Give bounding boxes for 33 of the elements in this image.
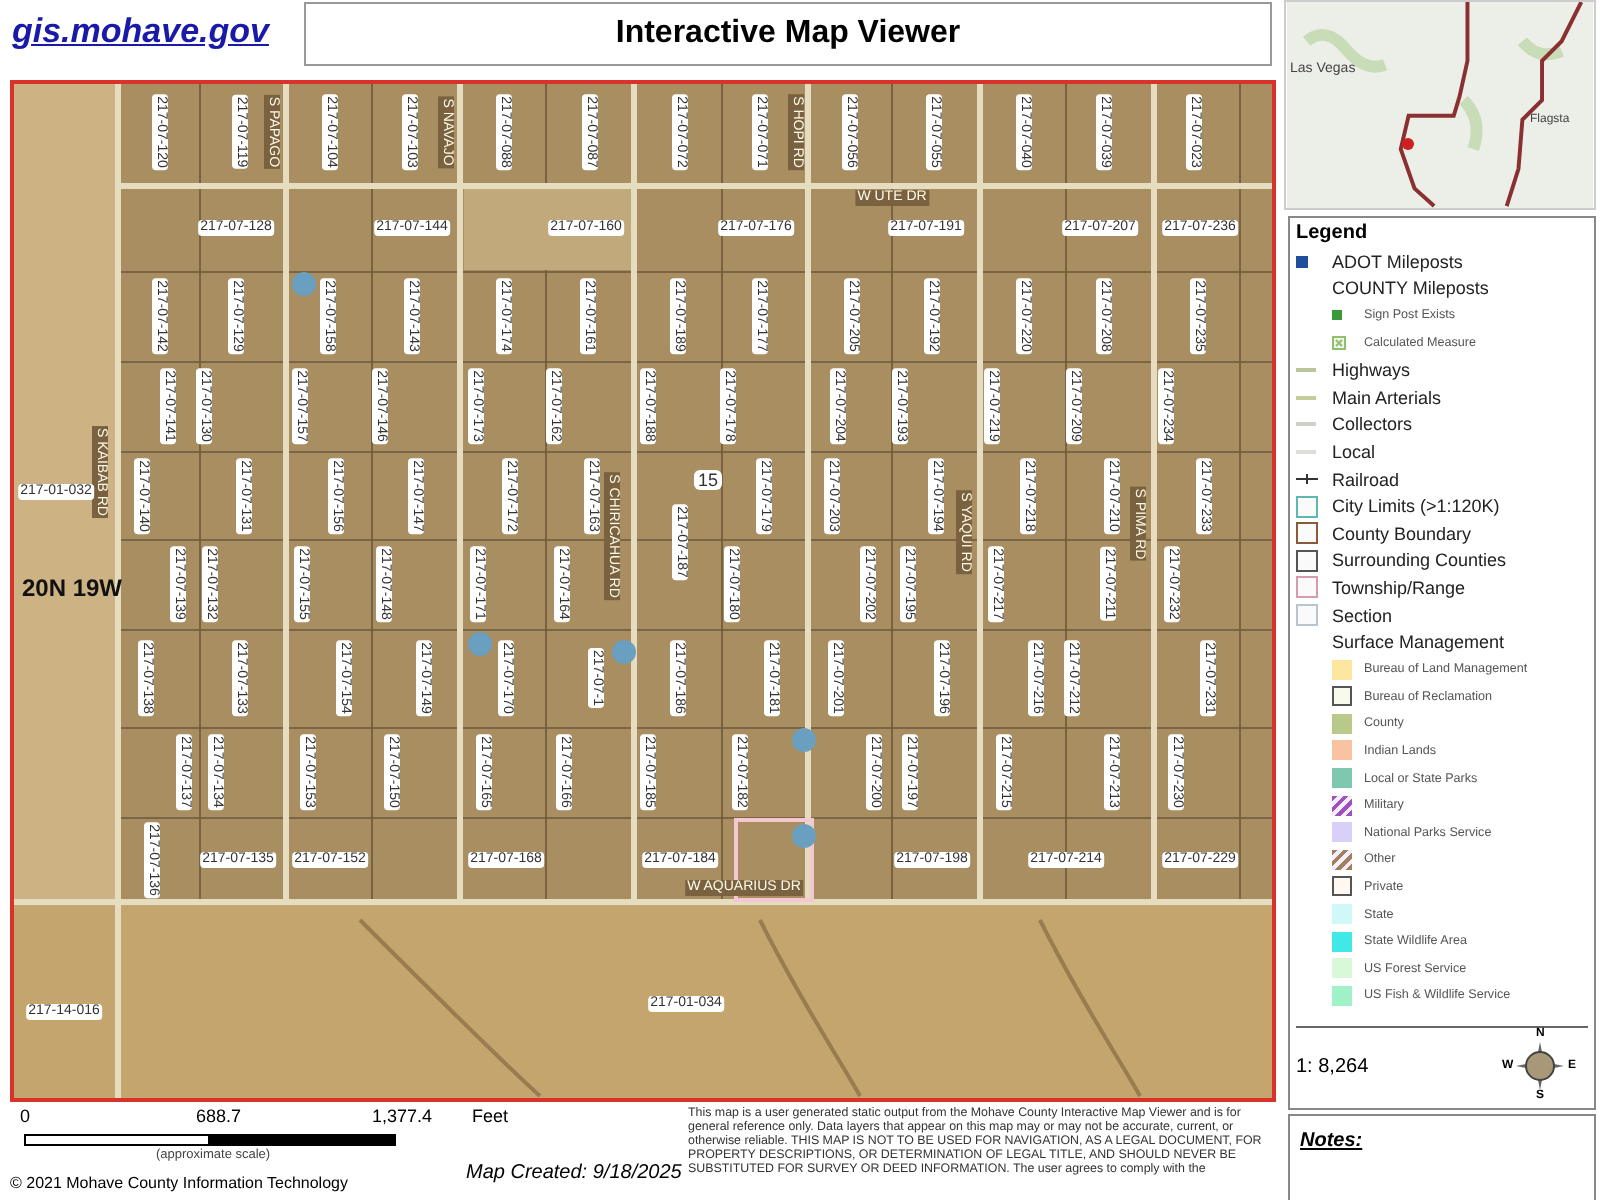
scale-tick: 688.7 xyxy=(196,1106,242,1126)
legend-label: Surrounding Counties xyxy=(1332,550,1507,571)
map-created-date: Map Created: 9/18/2025 xyxy=(466,1162,682,1184)
legend-label: Section xyxy=(1332,605,1393,626)
scale-tick: 1,377.4 xyxy=(372,1106,433,1126)
copyright-text: © 2021 Mohave County Information Technology xyxy=(10,1174,348,1192)
point-marker[interactable] xyxy=(292,272,316,296)
legend-label: ADOT Mileposts xyxy=(1332,251,1463,272)
legend-label: Main Arterials xyxy=(1332,387,1442,408)
compass-rose-icon xyxy=(1516,1042,1564,1090)
site-link[interactable]: gis.mohave.gov xyxy=(12,12,292,52)
legend-label: COUNTY Mileposts xyxy=(1332,278,1489,299)
map-title: Interactive Map Viewer xyxy=(304,2,1272,66)
legend-label: Collectors xyxy=(1332,414,1413,435)
township-label: 20N 19W xyxy=(21,574,123,602)
legend-label: Local xyxy=(1332,441,1376,462)
scale-unit: Feet xyxy=(472,1106,509,1126)
map-scale: 1: 8,264 xyxy=(1296,1055,1369,1077)
legend-label: County Boundary xyxy=(1332,523,1472,544)
scale-tick: 0 xyxy=(20,1106,31,1126)
point-marker[interactable] xyxy=(612,640,636,664)
location-marker xyxy=(1402,138,1414,150)
point-marker[interactable] xyxy=(468,632,492,656)
point-marker[interactable] xyxy=(792,824,816,848)
legend-title: Legend xyxy=(1296,222,1370,248)
notes-title: Notes: xyxy=(1300,1130,1363,1152)
legend-label: Highways xyxy=(1332,360,1411,381)
legend-label: Township/Range xyxy=(1332,577,1466,598)
section-number: 15 xyxy=(694,470,722,490)
point-marker[interactable] xyxy=(792,728,816,752)
legend-label: Railroad xyxy=(1332,469,1400,490)
legend-heading: Surface Management xyxy=(1332,632,1505,653)
legend-label: City Limits (>1:120K) xyxy=(1332,496,1500,517)
